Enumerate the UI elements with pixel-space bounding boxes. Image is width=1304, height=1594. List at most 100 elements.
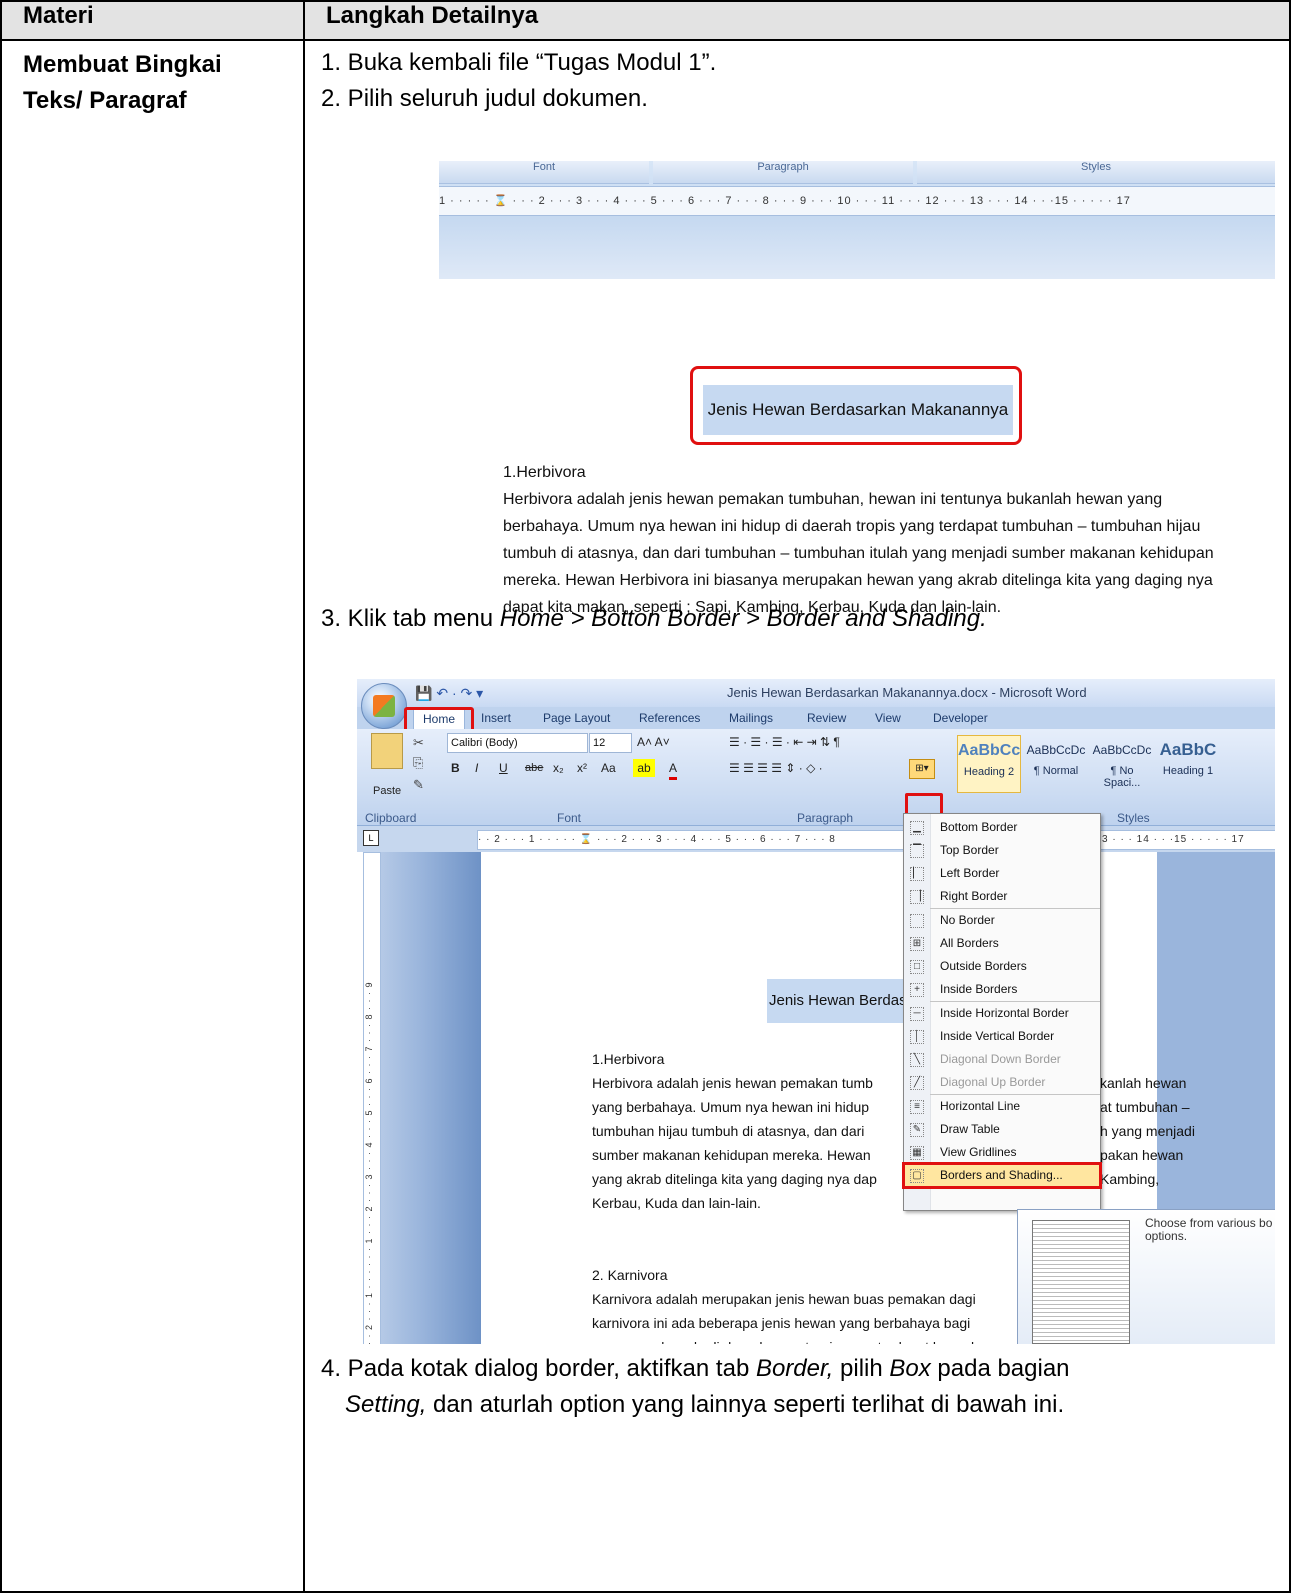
tab-developer[interactable]: Developer [933,711,988,725]
text-line-left: Kerbau, Kuda dan lain-lain. [592,1195,761,1211]
style-heading-2-sample: AaBbCc [958,742,1021,759]
menu-item-borders-and-shading[interactable]: ▢ Borders and Shading... [902,1162,1102,1189]
step-4-text-c: pilih [833,1355,890,1382]
bullets-icon[interactable]: ☰ · ☰ · ☰ · ⇤ ⇥ ⇅ ¶ [729,733,840,751]
herbivora-heading: 1.Herbivora [503,464,586,481]
text-line-right: at tumbuhan – [1100,1099,1190,1115]
menu-item-label: All Borders [940,936,999,950]
header-langkah: Langkah Detailnya [303,0,1291,41]
tab-mailings[interactable]: Mailings [729,711,773,725]
change-case-button[interactable]: Aa [601,759,616,777]
menu-item-horizontal-line[interactable]: ≡ Horizontal Line [904,1095,1100,1118]
copy-icon[interactable]: ⎘ [413,755,423,771]
menu-item-top-border[interactable]: ▔ Top Border [904,839,1100,862]
table-row: Membuat Bingkai Teks/ Paragraf 1. Buka k… [0,39,1291,1593]
text-line-right: kanlah hewan [1100,1075,1187,1091]
text-line-left: yang berbahaya. Umum nya hewan ini hidup [592,1099,870,1115]
all-borders-icon: ⊞ [910,937,924,951]
style-heading-2[interactable]: AaBbCc Heading 2 [957,735,1021,793]
top-border-icon: ▔ [910,844,924,858]
menu-item-outside-borders[interactable]: □ Outside Borders [904,955,1100,978]
preview-thumbnail [1032,1220,1130,1344]
tab-references[interactable]: References [639,711,700,725]
text-line-left: yang akrab ditelinga kita yang daging ny… [592,1171,877,1187]
grow-font-icon[interactable]: A˄ A˅ [637,733,670,751]
text-line-left: sumber makanan kehidupan mereka. Hewan [592,1147,871,1163]
horizontal-ruler[interactable]: · · 2 · · · 1 · · · · · ⌛ · · · 2 · · · … [477,830,1275,850]
herbivora-heading: 1.Herbivora [592,1051,665,1067]
steps-content: 1. Buka kembali file “Tugas Modul 1”. 2.… [305,41,1289,1591]
menu-item-all-borders[interactable]: ⊞ All Borders [904,932,1100,955]
style-normal-sample: AaBbCcDc [1026,743,1086,757]
menu-item-label: Diagonal Down Border [940,1052,1061,1066]
draw-table-icon: ✎ [910,1123,924,1137]
strikethrough-button[interactable]: abe [525,759,543,777]
step-2: 2. Pilih seluruh judul dokumen. [321,85,648,112]
step-4-border: Border, [755,1355,834,1382]
no-border-icon [910,914,924,928]
text-line: Herbivora adalah jenis hewan pemakan tum… [592,1071,1212,1095]
font-name-select[interactable]: Calibri (Body) [447,733,588,753]
tab-view[interactable]: View [875,711,901,725]
horizontal-ruler[interactable]: 1 · · · · · ⌛ · · · 2 · · · 3 · · · 4 · … [439,186,1275,216]
menu-item-inside-borders[interactable]: + Inside Borders [904,978,1100,1001]
subscript-button[interactable]: x₂ [553,759,564,777]
menu-item-label: Draw Table [940,1122,1000,1136]
ruler-right-text: 3 · · · 14 · · ·15 · · · · · 17 [1102,834,1245,845]
cut-icon[interactable]: ✂ [413,735,424,751]
step-4-text-a: 4. Pada kotak dialog border, aktifkan ta… [321,1355,756,1382]
menu-item-view-gridlines[interactable]: ▦ View Gridlines [904,1141,1100,1164]
tab-insert[interactable]: Insert [481,711,511,725]
highlight-box [690,366,1022,445]
step-4-setting: Setting, [345,1391,427,1418]
herbivora-lines: Herbivora adalah jenis hewan pemakan tum… [592,1071,1212,1215]
text-line: tumbuhan hijau tumbuh di atasnya, dan da… [592,1119,1212,1143]
horizontal-line-icon: ≡ [910,1100,924,1114]
tab-review[interactable]: Review [807,711,846,725]
italic-button[interactable]: I [475,759,478,777]
style-heading-1[interactable]: AaBbC Heading 1 [1157,735,1219,791]
menu-item-label: Horizontal Line [940,1099,1021,1113]
paste-icon[interactable] [371,733,403,769]
font-size-select[interactable]: 12 [589,733,632,753]
style-no-spacing[interactable]: AaBbCcDc ¶ No Spaci... [1091,735,1153,791]
align-icons[interactable]: ☰ ☰ ☰ ☰ ⇕ · ◇ · [729,759,823,777]
menu-item-label: View Gridlines [940,1145,1017,1159]
quick-access-toolbar[interactable]: 💾 ↶ · ↷ ▾ [415,685,483,702]
workspace-background [381,852,481,1344]
steps-cell: 1. Buka kembali file “Tugas Modul 1”. 2.… [303,39,1291,1593]
header-materi: Materi [0,0,305,41]
tab-page-layout[interactable]: Page Layout [543,711,610,725]
menu-item-right-border[interactable]: ▕ Right Border [904,885,1100,908]
menu-item-draw-table[interactable]: ✎ Draw Table [904,1118,1100,1141]
highlight-color-button[interactable]: ab [633,759,655,777]
bold-button[interactable]: B [451,759,460,777]
menu-item-inside-vertical-border[interactable]: │ Inside Vertical Border [904,1025,1100,1048]
text-line: sumber makanan kehidupan mereka. Hewan pa… [592,1143,1212,1167]
ruler-area: · · 2 · · · 1 · · · · · ⌛ · · · 2 · · · … [357,826,1275,852]
menu-item-diagonal-up-border[interactable]: ╱ Diagonal Up Border [904,1071,1100,1094]
menu-item-no-border[interactable]: No Border [904,909,1100,932]
menu-item-left-border[interactable]: ▏ Left Border [904,862,1100,885]
inside-borders-icon: + [910,983,924,997]
right-border-icon: ▕ [910,890,924,904]
menu-item-label: Borders and Shading... [940,1168,1063,1182]
superscript-button[interactable]: x² [577,759,587,777]
tab-selector-icon[interactable]: L [363,830,379,846]
underline-button[interactable]: U [499,759,508,777]
herbivora-section: 1.Herbivora Herbivora adalah jenis hewan… [592,1047,1212,1215]
menu-item-label: Bottom Border [940,820,1018,834]
screenshot-title-selection: Font Paragraph Styles 1 · · · · · ⌛ · · … [439,161,1275,626]
format-painter-icon[interactable]: ✎ [413,777,424,793]
style-heading-1-name: Heading 1 [1162,765,1214,777]
menu-item-label: Right Border [940,889,1008,903]
menu-item-diagonal-down-border[interactable]: ╲ Diagonal Down Border [904,1048,1100,1071]
diagonal-down-border-icon: ╲ [910,1053,924,1067]
office-button[interactable] [361,683,407,729]
menu-item-bottom-border[interactable]: ▁ Bottom Border [904,816,1100,839]
vertical-ruler[interactable]: · · 2 · · · 1 · · · · · · 1 · · · 2 · · … [363,852,381,1344]
font-color-button[interactable]: A [669,759,678,780]
style-normal[interactable]: AaBbCcDc ¶ Normal [1025,735,1087,791]
border-button[interactable]: ⊞▾ [909,759,935,779]
menu-item-inside-horizontal-border[interactable]: ─ Inside Horizontal Border [904,1002,1100,1025]
